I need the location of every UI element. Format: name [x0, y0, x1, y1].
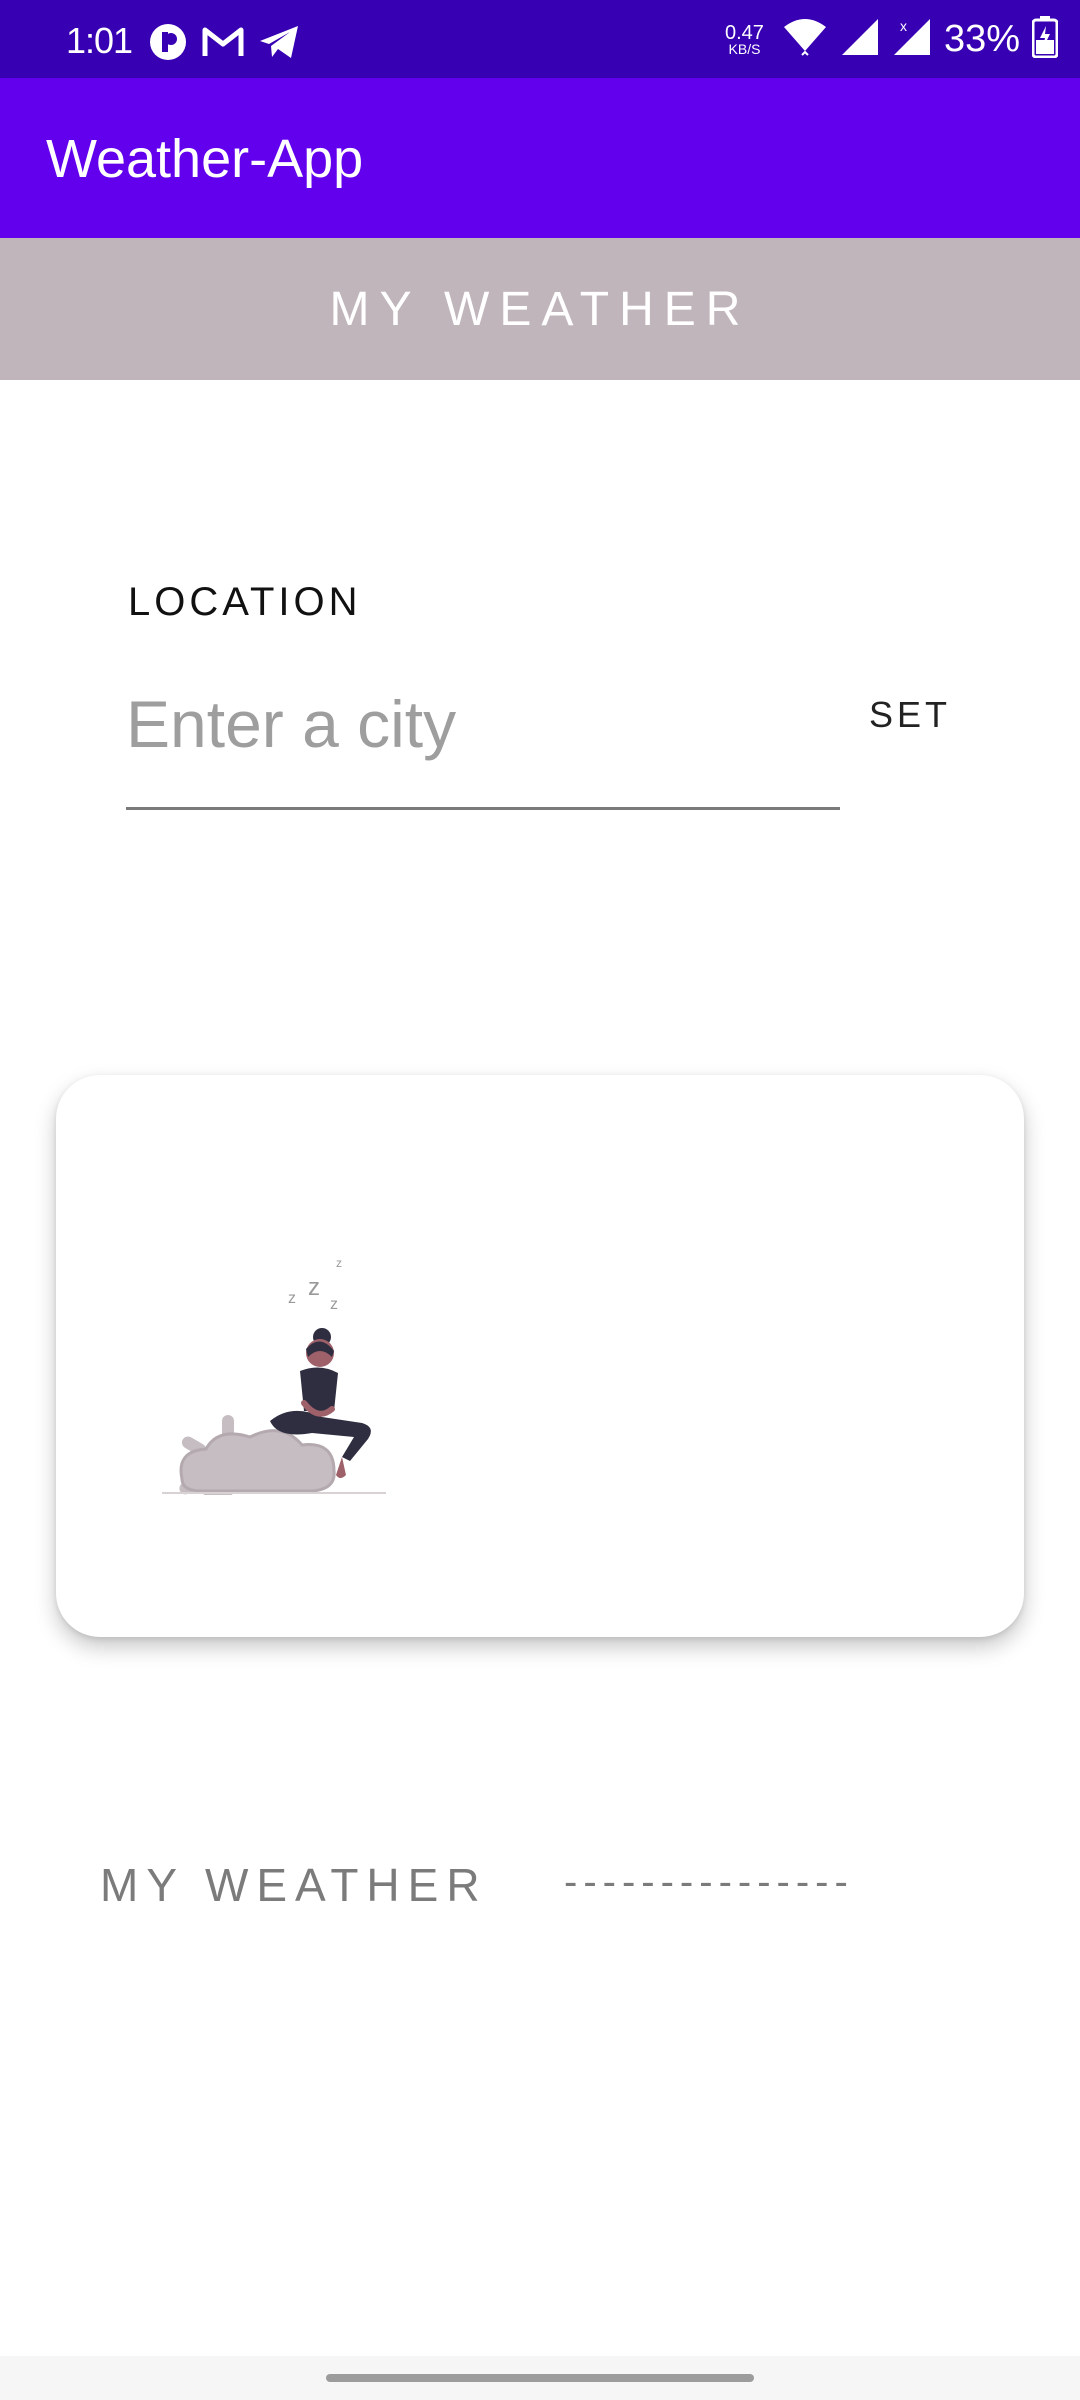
person-on-cloud-illustration: z z z z: [162, 1256, 386, 1495]
home-indicator[interactable]: [326, 2374, 754, 2382]
app-icon: [148, 22, 188, 67]
network-speed-unit: KB/S: [728, 40, 761, 57]
svg-text:x: x: [900, 18, 907, 34]
signal-icon: [840, 17, 880, 62]
status-bar: 1:01 0.47 KB/S x 33%: [0, 0, 1080, 78]
app-bar: Weather-App: [0, 78, 1080, 238]
header-title: MY WEATHER: [329, 282, 751, 336]
city-input[interactable]: [126, 670, 840, 810]
sleep-z-small: z: [288, 1290, 296, 1307]
location-label: LOCATION: [128, 580, 362, 624]
notification-icons: [148, 22, 300, 67]
signal-no-data-icon: x: [892, 17, 932, 62]
weather-label: MY WEATHER: [100, 1859, 488, 1911]
battery-percentage: 33%: [943, 18, 1020, 60]
navigation-bar: [0, 2356, 1080, 2400]
set-button[interactable]: SET: [850, 680, 970, 750]
wifi-icon: [782, 17, 828, 62]
sleep-z-tiny: z: [336, 1256, 342, 1270]
sleep-z-large: z: [308, 1274, 320, 1301]
weather-value: ---------------: [564, 1860, 854, 1904]
weather-card: z z z z: [56, 1075, 1024, 1637]
telegram-icon: [258, 24, 300, 65]
app-title: Weather-App: [46, 129, 364, 189]
battery-charging-icon: [1031, 16, 1059, 63]
weather-row: MY WEATHER ---------------: [100, 1858, 1000, 1918]
gmail-icon: [202, 25, 244, 64]
header-banner: MY WEATHER: [0, 238, 1080, 380]
system-status-icons: 0.47 KB/S x 33%: [725, 16, 1059, 63]
status-time: 1:01: [66, 20, 133, 61]
network-speed: 0.47 KB/S: [725, 21, 764, 57]
network-speed-value: 0.47: [725, 21, 764, 44]
sleep-z-small-2: z: [330, 1296, 338, 1313]
